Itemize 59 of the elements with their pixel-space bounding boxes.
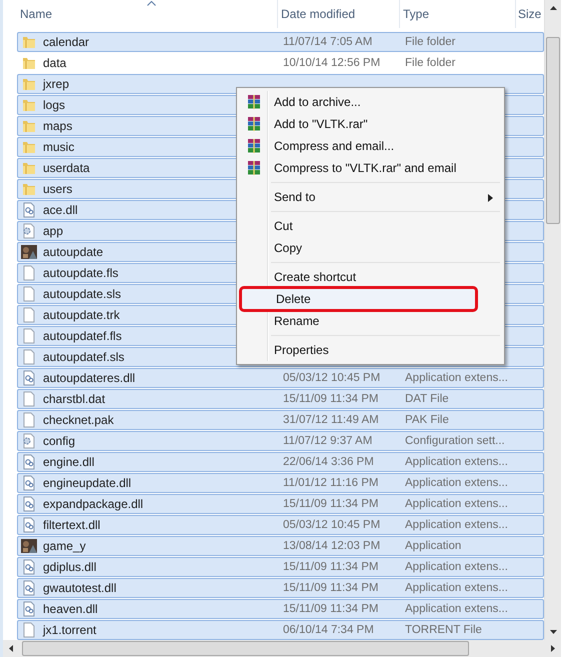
date-modified: 15/11/09 11:34 PM (283, 582, 378, 594)
date-modified: 13/08/14 12:03 PM (283, 540, 380, 552)
file-type: Application extens... (405, 561, 508, 573)
file-name: music (43, 140, 74, 154)
file-name: gdiplus.dll (43, 560, 96, 574)
file-type: Application extens... (405, 519, 508, 531)
date-modified: 31/07/12 11:49 AM (283, 414, 379, 426)
file-name: users (43, 182, 72, 196)
file-name: autoupdatef.fls (43, 329, 122, 343)
file-name: engine.dll (43, 455, 94, 469)
file-name: userdata (43, 161, 90, 175)
file-type: Application (405, 540, 462, 552)
date-modified: 05/03/12 10:45 PM (283, 519, 380, 531)
file-name: game_y (43, 539, 86, 553)
file-type: TORRENT File (405, 624, 482, 636)
file-type: Application extens... (405, 582, 508, 594)
file-name: data (43, 56, 66, 70)
date-modified: 06/10/14 7:34 PM (283, 624, 374, 636)
file-type: Application extens... (405, 603, 508, 615)
file-name: autoupdate.fls (43, 266, 118, 280)
date-modified: 15/11/09 11:34 PM (283, 498, 378, 510)
file-name: filtertext.dll (43, 518, 100, 532)
file-type: PAK File (405, 414, 449, 426)
file-type: File folder (405, 36, 456, 48)
date-modified: 22/06/14 3:36 PM (283, 456, 374, 468)
file-name: ace.dll (43, 203, 78, 217)
date-modified: 15/11/09 11:34 PM (283, 561, 378, 573)
file-name: gwautotest.dll (43, 581, 116, 595)
file-type: Configuration sett... (405, 435, 505, 447)
date-modified: 11/01/12 11:16 PM (283, 477, 378, 489)
file-type: Application extens... (405, 456, 508, 468)
date-modified: 10/10/14 12:56 PM (283, 57, 380, 69)
file-name: logs (43, 98, 66, 112)
file-name: app (43, 224, 64, 238)
file-name: autoupdateres.dll (43, 371, 136, 385)
date-modified: 11/07/12 9:37 AM (283, 435, 372, 447)
file-name: jx1.torrent (43, 623, 96, 637)
file-name: autoupdatef.sls (43, 350, 124, 364)
file-type: Application extens... (405, 498, 508, 510)
file-type: Application extens... (405, 477, 508, 489)
file-name: checknet.pak (43, 413, 114, 427)
file-name: autoupdate (43, 245, 104, 259)
file-type: DAT File (405, 393, 449, 405)
file-name: jxrep (43, 77, 70, 91)
file-name: config (43, 434, 76, 448)
date-modified: 15/11/09 11:34 PM (283, 393, 378, 405)
file-name: calendar (43, 35, 90, 49)
date-modified: 11/07/14 7:05 AM (283, 36, 372, 48)
date-modified: 15/11/09 11:34 PM (283, 603, 378, 615)
file-type: Application extens... (405, 372, 508, 384)
file-name: engineupdate.dll (43, 476, 132, 490)
file-name: expandpackage.dll (43, 497, 144, 511)
file-type: File folder (405, 57, 456, 69)
file-name: maps (43, 119, 72, 133)
date-modified: 05/03/12 10:45 PM (283, 372, 380, 384)
file-name: autoupdate.trk (43, 308, 120, 322)
file-name: autoupdate.sls (43, 287, 122, 301)
file-name: heaven.dll (43, 602, 98, 616)
file-name: charstbl.dat (43, 392, 106, 406)
